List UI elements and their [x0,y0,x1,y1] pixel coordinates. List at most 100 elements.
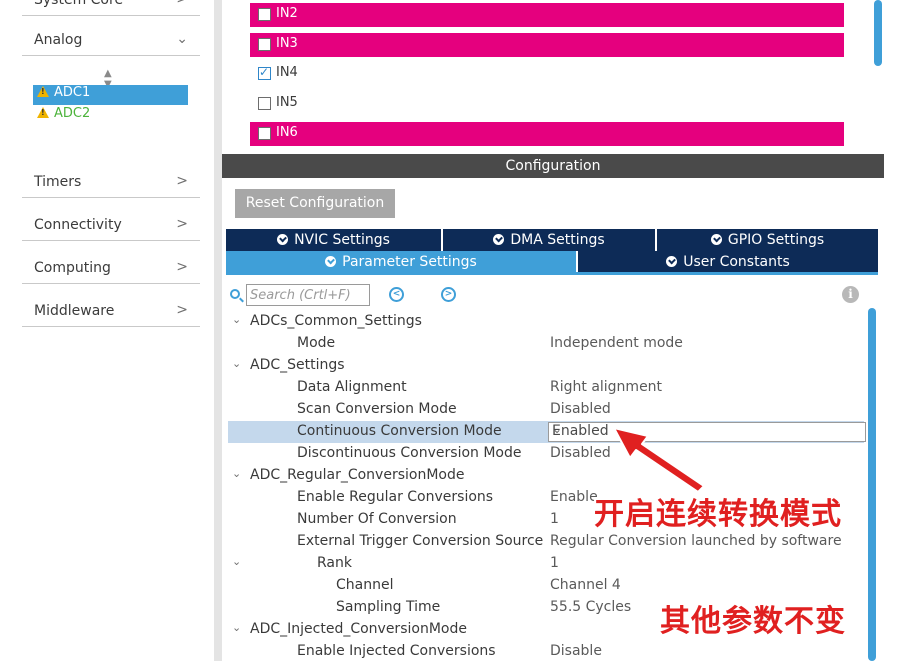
annotation-continuous-mode: 开启连续转换模式 [594,497,842,532]
param-value: Independent mode [550,335,683,351]
sidebar-category-system-core[interactable]: System Core > [22,0,200,16]
param-value: 1 [550,511,559,527]
sidebar-category-middleware[interactable]: Middleware > [22,297,200,327]
channel-checkbox[interactable] [258,38,271,51]
channel-checkbox[interactable] [258,97,271,110]
search-input[interactable] [246,284,370,306]
sidebar-category-label: Timers [34,174,82,190]
previous-match-icon[interactable]: < [389,287,404,302]
mode-scrollbar[interactable] [874,0,882,66]
tab-underline [226,272,878,275]
tab-nvic-settings[interactable]: NVIC Settings [226,229,443,251]
sidebar-category-analog[interactable]: Analog ⌄ [22,26,200,56]
sidebar-category-label: Middleware [34,303,115,319]
param-name: Scan Conversion Mode [297,401,457,417]
channel-checkbox[interactable] [258,8,271,21]
param-row[interactable]: External Trigger Conversion Source Regul… [228,531,864,553]
warning-icon [37,86,49,97]
mode-panel: IN2 IN3 IN4 IN5 IN6 [222,0,884,154]
param-group-row[interactable]: ⌄ ADC_Regular_ConversionMode [228,465,864,487]
check-circle-icon [493,234,505,245]
tab-gpio-settings[interactable]: GPIO Settings [657,229,878,251]
param-row[interactable]: Discontinuous Conversion Mode Disabled [228,443,864,465]
peripheral-label: ADC1 [54,85,91,100]
channel-label: IN5 [276,95,298,110]
channel-row-in5[interactable]: IN5 [250,92,844,116]
sidebar-category-computing[interactable]: Computing > [22,254,200,284]
chevron-right-icon: > [176,259,188,275]
param-name: Enable Injected Conversions [297,643,496,659]
channel-row-in6[interactable]: IN6 [250,122,844,146]
tab-dma-settings[interactable]: DMA Settings [443,229,657,251]
param-value: Disabled [550,445,611,461]
param-group-row[interactable]: ⌄ ADCs_Common_Settings [228,311,864,333]
collapse-icon[interactable]: ⌄ [232,313,241,326]
channel-label: IN4 [276,65,298,80]
param-name: External Trigger Conversion Source [297,533,544,549]
param-row-selected[interactable]: Continuous Conversion Mode Enabled ⌄ [228,421,866,443]
collapse-icon[interactable]: ⌄ [232,357,241,370]
param-value: Regular Conversion launched by software [550,533,842,549]
param-value: Disable [550,643,602,659]
param-name: Channel [336,577,394,593]
param-value: 55.5 Cycles [550,599,632,615]
sidebar-category-timers[interactable]: Timers > [22,168,200,198]
collapse-icon[interactable]: ⌄ [232,555,241,568]
sidebar-category-label: System Core [34,0,124,8]
param-row[interactable]: Channel Channel 4 [228,575,864,597]
tab-label: NVIC Settings [294,232,390,248]
info-icon[interactable]: i [842,286,859,303]
warning-icon [37,107,49,118]
param-value: Enable [550,489,598,505]
param-value: 1 [550,555,559,571]
tab-label: GPIO Settings [727,232,825,248]
param-row[interactable]: Data Alignment Right alignment [228,377,864,399]
param-group-name: ADC_Injected_ConversionMode [250,621,467,637]
param-row[interactable]: Enable Injected Conversions Disable [228,641,864,661]
param-name: Rank [317,555,352,571]
channel-row-in4[interactable]: IN4 [250,62,844,86]
param-group-name: ADCs_Common_Settings [250,313,422,329]
param-group-row[interactable]: ⌄ ADC_Settings [228,355,864,377]
sidebar-category-label: Connectivity [34,217,122,233]
sidebar-category-connectivity[interactable]: Connectivity > [22,211,200,241]
check-circle-icon [277,234,289,245]
param-row[interactable]: Scan Conversion Mode Disabled [228,399,864,421]
chevron-down-icon: ⌄ [176,31,188,47]
check-circle-icon [325,256,337,267]
param-name: Sampling Time [336,599,441,615]
chevron-right-icon: > [176,173,188,189]
sidebar-category-label: Computing [34,260,111,276]
collapse-icon[interactable]: ⌄ [232,467,241,480]
tab-label: Parameter Settings [342,254,477,270]
param-subgroup-row[interactable]: ⌄ Rank 1 [228,553,864,575]
next-match-icon[interactable]: > [441,287,456,302]
chevron-right-icon: > [176,216,188,232]
check-circle-icon [666,256,678,267]
search-icon [230,289,240,299]
param-row[interactable]: Mode Independent mode [228,333,864,355]
channel-checkbox[interactable] [258,65,271,80]
collapse-icon[interactable]: ⌄ [232,621,241,634]
reset-configuration-button[interactable]: Reset Configuration [235,189,395,218]
param-group-name: ADC_Regular_ConversionMode [250,467,465,483]
param-value: Channel 4 [550,577,621,593]
parameter-scrollbar[interactable] [868,308,876,661]
tab-parameter-settings[interactable]: Parameter Settings [226,251,578,273]
peripheral-item-adc1[interactable]: ADC1 [33,85,188,105]
channel-checkbox[interactable] [258,127,271,140]
param-value: Disabled [550,401,611,417]
annotation-arrow-icon [613,427,705,493]
peripheral-item-adc2[interactable]: ADC2 [33,106,188,126]
tab-user-constants[interactable]: User Constants [578,251,878,273]
chevron-right-icon: > [176,302,188,318]
param-value: Right alignment [550,379,663,395]
configuration-header: Configuration [222,154,884,178]
param-name: Continuous Conversion Mode [297,423,502,439]
channel-row-in2[interactable]: IN2 [250,3,844,27]
panel-splitter[interactable] [214,0,222,661]
param-group-name: ADC_Settings [250,357,345,373]
check-circle-icon [710,234,722,245]
channel-row-in3[interactable]: IN3 [250,33,844,57]
param-name: Discontinuous Conversion Mode [297,445,522,461]
